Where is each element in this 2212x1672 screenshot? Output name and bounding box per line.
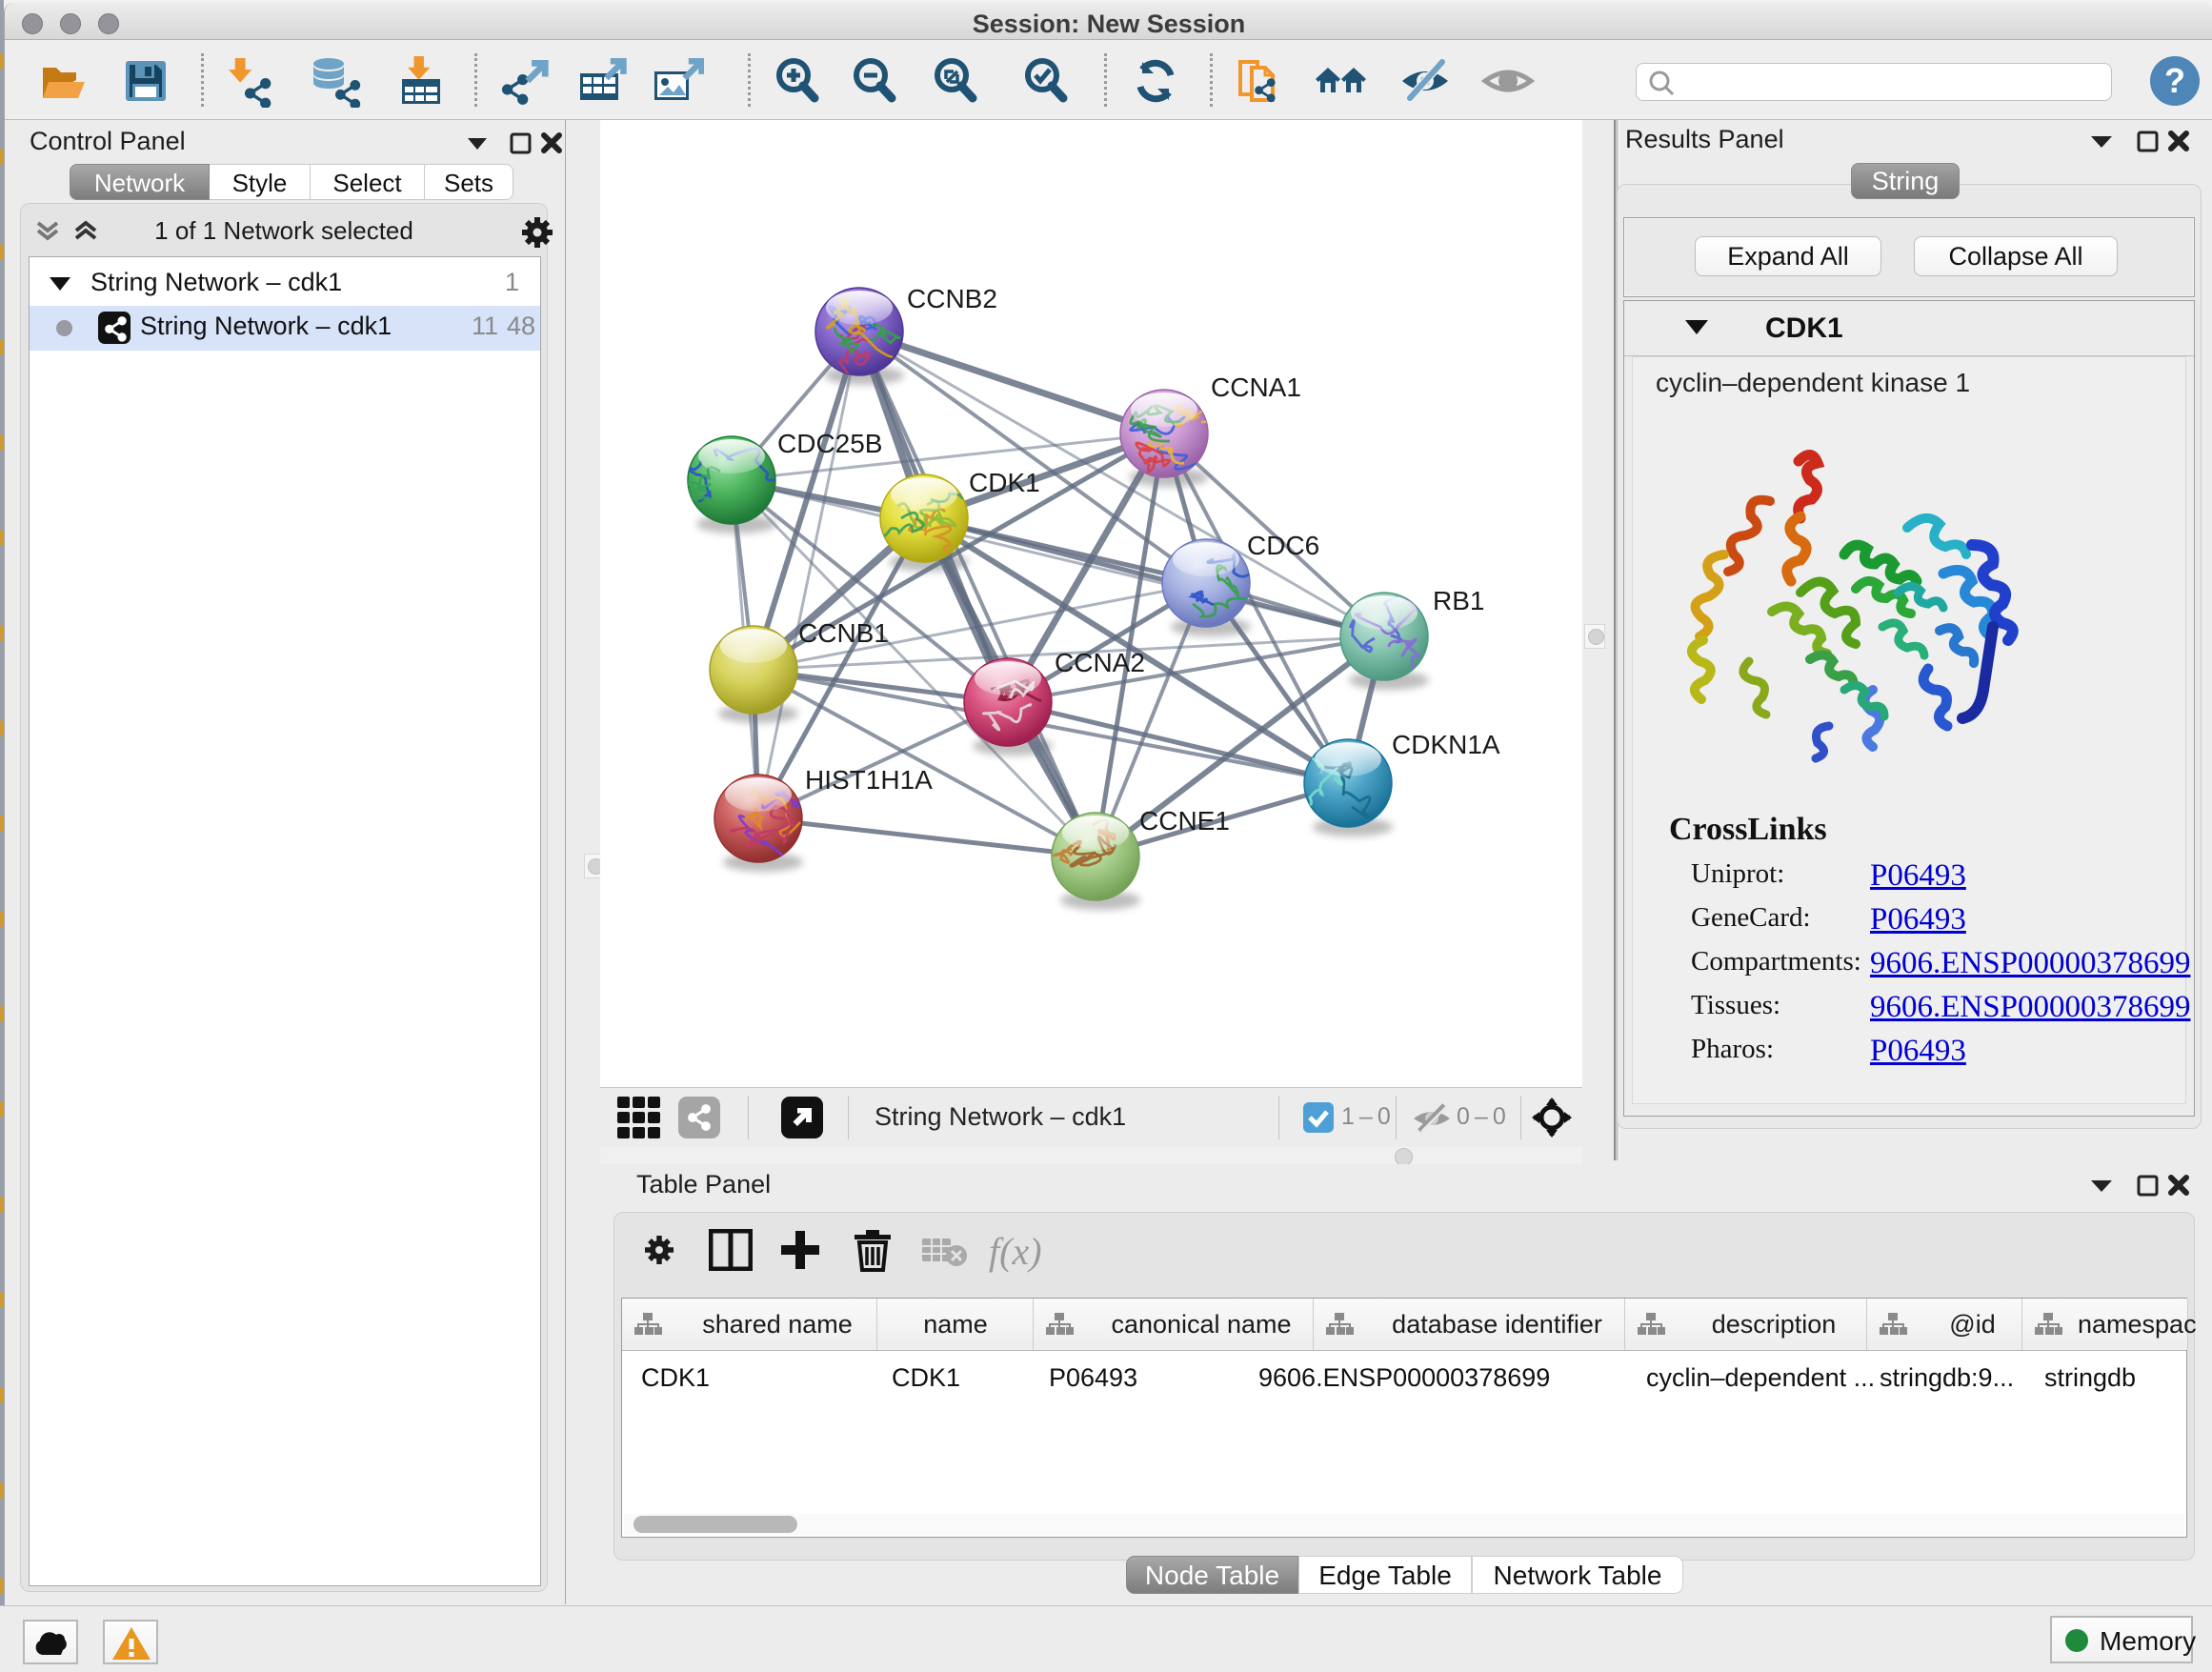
svg-text:CDK1: CDK1 bbox=[969, 468, 1040, 497]
svg-text:CCNB1: CCNB1 bbox=[798, 618, 889, 648]
svg-text:CDC25B: CDC25B bbox=[777, 429, 882, 458]
svg-text:CCNA2: CCNA2 bbox=[1055, 648, 1145, 677]
svg-text:HIST1H1A: HIST1H1A bbox=[805, 765, 933, 795]
svg-text:CDKN1A: CDKN1A bbox=[1392, 730, 1500, 759]
svg-text:RB1: RB1 bbox=[1433, 586, 1484, 615]
svg-text:CCNA1: CCNA1 bbox=[1211, 373, 1301, 402]
svg-text:CDC6: CDC6 bbox=[1247, 531, 1319, 560]
svg-text:CCNB2: CCNB2 bbox=[907, 284, 997, 313]
svg-text:?: ? bbox=[2164, 61, 2185, 100]
svg-text:CCNE1: CCNE1 bbox=[1139, 806, 1230, 836]
